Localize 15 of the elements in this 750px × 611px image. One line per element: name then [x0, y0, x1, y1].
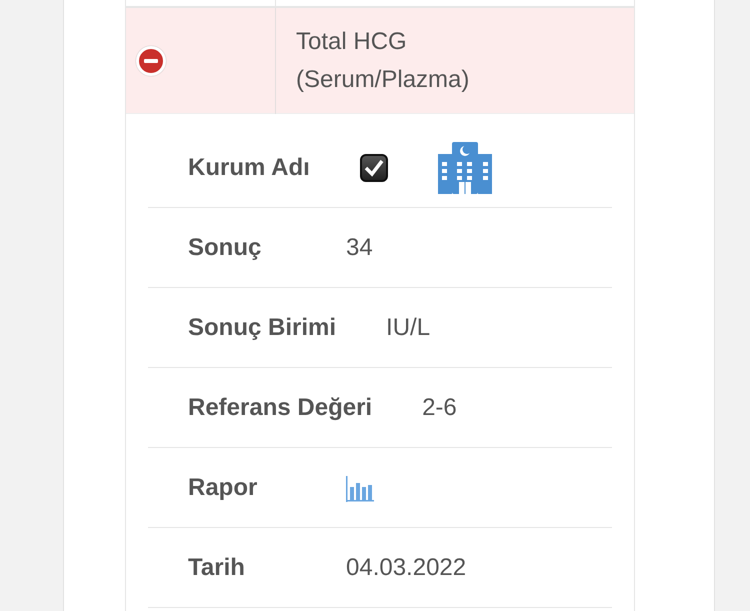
bar-chart-icon[interactable] — [346, 474, 376, 502]
collapse-button[interactable] — [136, 46, 166, 76]
test-name: Total HCG (Serum/Plazma) — [295, 27, 470, 95]
field-value: 04.03.2022 — [346, 554, 466, 582]
field-label: Referans Değeri — [188, 394, 372, 422]
field-label: Sonuç Birimi — [188, 314, 336, 342]
field-label: Rapor — [188, 474, 258, 502]
field-label: Tarih — [188, 554, 246, 582]
checkbox[interactable] — [360, 154, 388, 182]
field-label: Kurum Adı — [188, 154, 310, 182]
field-value: 2-6 — [422, 394, 457, 422]
field-label: Sonuç — [188, 234, 262, 262]
hospital-building-icon — [438, 142, 492, 194]
field-value: 34 — [346, 234, 373, 262]
field-value: IU/L — [386, 314, 430, 342]
